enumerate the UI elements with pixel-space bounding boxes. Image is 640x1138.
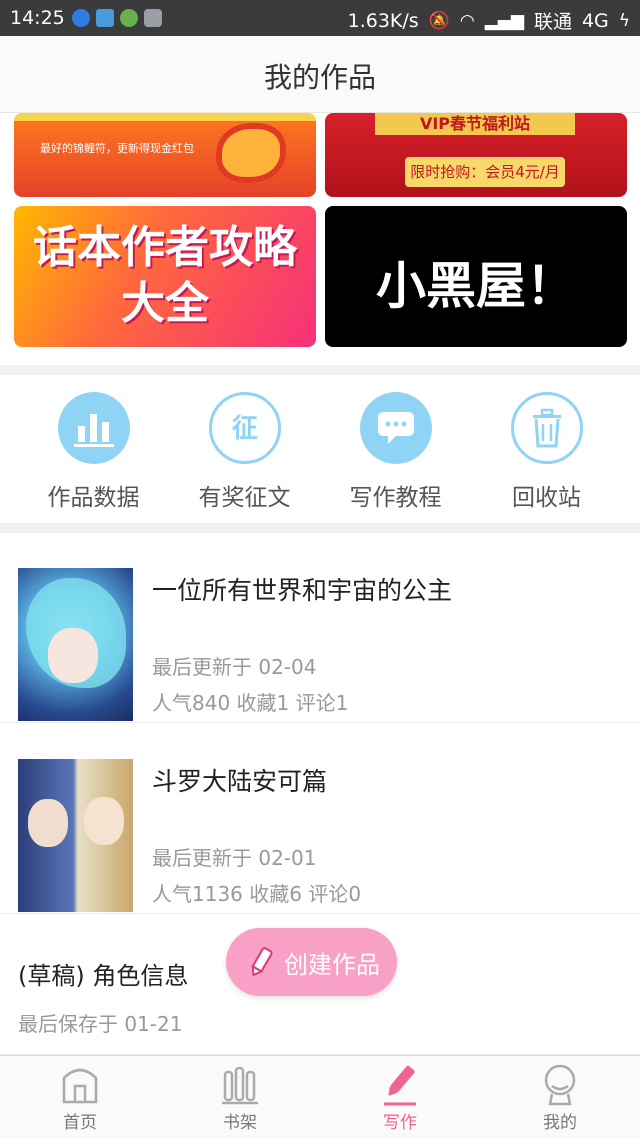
bottom-nav: 首页 书架 写作 我的 (0, 1055, 640, 1138)
quick-actions: 作品数据 征 有奖征文 写作教程 回收站 (0, 375, 640, 523)
signal-icon: ▂▄▆ (484, 10, 524, 31)
work-updated: 最后更新于 02-04 (152, 655, 317, 679)
notification-icons (72, 9, 162, 27)
tab-profile[interactable]: 我的 (480, 1062, 640, 1133)
work-title: 斗罗大陆安可篇 (152, 767, 328, 796)
banner-author-guide-text: 话本作者攻略大全 (33, 222, 297, 329)
banner-grid: 最好的锦鲤符，更新得现金红包 VIP春节福利站 限时抢购：会员4元/月 话本作者… (0, 113, 640, 365)
section-divider (0, 523, 640, 533)
work-updated: 最后更新于 02-01 (152, 846, 317, 870)
section-divider (0, 365, 640, 375)
zheng-badge-icon: 征 (208, 392, 281, 464)
action-recycle-bin[interactable]: 回收站 (471, 392, 622, 512)
trash-icon (510, 392, 583, 464)
work-stats: 人气840 收藏1 评论1 (152, 691, 349, 715)
work-title: 一位所有世界和宇宙的公主 (152, 576, 453, 605)
network-speed: 1.63K/s (347, 9, 419, 32)
tab-write[interactable]: 写作 (320, 1062, 480, 1133)
action-label: 有奖征文 (198, 485, 291, 511)
status-bar: 14:25 1.63K/s 🔕 ◠ ▂▄▆ 联通 4G ϟ (0, 0, 640, 36)
charging-icon: ϟ (618, 10, 630, 31)
page-title: 我的作品 (263, 61, 376, 94)
banner-blackroom-text: 小黑屋！ (376, 257, 576, 315)
banner-author-guide[interactable]: 话本作者攻略大全 (14, 206, 316, 347)
pencil-icon (251, 947, 273, 977)
chat-bubble-icon (359, 392, 432, 464)
create-work-button[interactable]: 创建作品 (226, 928, 397, 996)
banner-vip-title: VIP春节福利站 (375, 113, 575, 135)
book-cover (18, 759, 133, 912)
cover-art (84, 797, 124, 845)
action-contest[interactable]: 征 有奖征文 (169, 392, 320, 512)
status-time: 14:25 (10, 7, 65, 29)
banner-blackroom[interactable]: 小黑屋！ (325, 206, 627, 347)
app-k-icon (72, 9, 90, 27)
koi-fish-illustration (216, 123, 286, 183)
action-work-data[interactable]: 作品数据 (18, 392, 169, 512)
home-icon (62, 1068, 98, 1104)
pencil-icon (384, 1065, 416, 1106)
android-icon (120, 9, 138, 27)
draft-title: (草稿) 角色信息 (18, 962, 189, 990)
work-stats: 人气1136 收藏6 评论0 (152, 882, 362, 906)
title-bar: 我的作品 (0, 36, 640, 113)
banner-vip-offer: 限时抢购：会员4元/月 (405, 157, 565, 187)
banner-vip[interactable]: VIP春节福利站 限时抢购：会员4元/月 (325, 113, 627, 197)
list-item[interactable]: 斗罗大陆安可篇 最后更新于 02-01 人气1136 收藏6 评论0 (0, 724, 640, 914)
tab-label: 写作 (383, 1113, 417, 1133)
mute-icon: 🔕 (428, 10, 450, 31)
action-label: 写作教程 (349, 485, 442, 511)
profile-icon (544, 1064, 576, 1106)
svg-text:征: 征 (231, 414, 257, 444)
banner-koi-text: 最好的锦鲤符，更新得现金红包 (40, 142, 194, 155)
tab-label: 我的 (543, 1113, 577, 1133)
cover-art (48, 628, 98, 683)
tab-label: 首页 (63, 1113, 97, 1133)
bookshelf-icon (222, 1066, 258, 1105)
create-work-label: 创建作品 (284, 950, 380, 979)
action-tutorial[interactable]: 写作教程 (320, 392, 471, 512)
network-type: 4G (581, 9, 609, 32)
cover-art (28, 799, 68, 847)
tab-home[interactable]: 首页 (0, 1062, 160, 1133)
book-cover (18, 568, 133, 721)
list-item[interactable]: 一位所有世界和宇宙的公主 最后更新于 02-04 人气840 收藏1 评论1 (0, 533, 640, 723)
action-label: 回收站 (512, 485, 581, 511)
tab-bookshelf[interactable]: 书架 (160, 1062, 320, 1133)
wifi-icon: ◠ (459, 10, 475, 31)
tab-label: 书架 (223, 1113, 257, 1133)
bird-icon (96, 9, 114, 27)
banner-koi[interactable]: 最好的锦鲤符，更新得现金红包 (14, 113, 316, 197)
action-label: 作品数据 (47, 485, 140, 511)
carrier-label: 联通 (533, 11, 572, 33)
draft-saved: 最后保存于 01-21 (18, 1012, 183, 1036)
message-icon (144, 9, 162, 27)
banner-stripe (14, 113, 316, 121)
bar-chart-icon (57, 392, 130, 464)
